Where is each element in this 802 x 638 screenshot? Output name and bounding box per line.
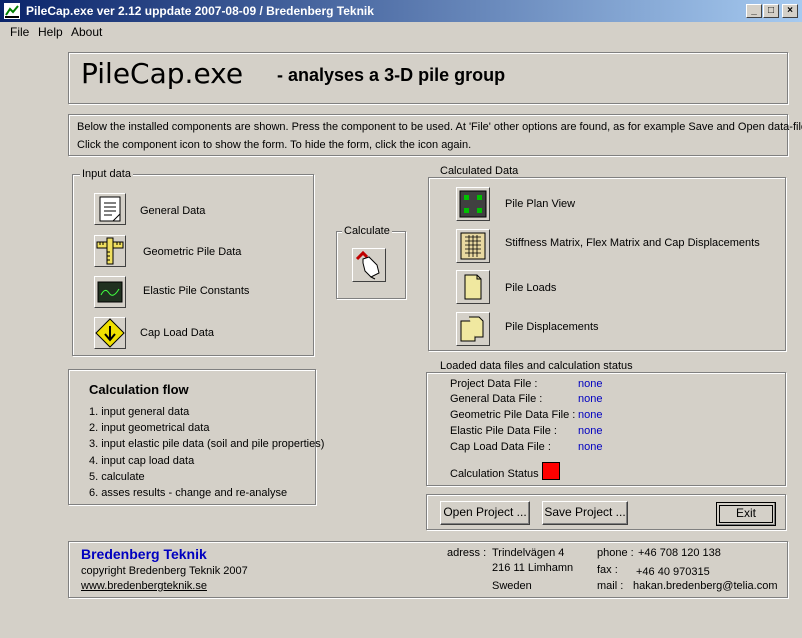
menu-bar: File Help About: [0, 22, 802, 41]
info-line-2: Click the component icon to show the for…: [77, 139, 472, 151]
cap-load-file-value: none: [578, 441, 603, 453]
fax-value: +46 40 970315: [636, 566, 710, 578]
folders-icon[interactable]: [456, 312, 490, 346]
header-panel: PileCap.exe - analyses a 3-D pile group: [68, 52, 788, 104]
window-title: PileCap.exe ver 2.12 uppdate 2007-08-09 …: [26, 4, 374, 18]
minimize-button[interactable]: _: [746, 4, 762, 18]
menu-help[interactable]: Help: [38, 25, 63, 39]
title-bar: PileCap.exe ver 2.12 uppdate 2007-08-09 …: [0, 0, 802, 22]
adress-line-1: Trindelvägen 4: [492, 547, 565, 559]
adress-line-3: Sweden: [492, 580, 532, 592]
files-status-label: Loaded data files and calculation status: [438, 360, 635, 372]
pile-loads-label[interactable]: Pile Loads: [505, 282, 556, 294]
folder-icon[interactable]: [456, 270, 490, 304]
adress-line-2: 216 11 Limhamn: [492, 562, 574, 574]
app-title: PileCap.exe: [81, 57, 244, 90]
hand-pointer-icon[interactable]: [352, 248, 386, 282]
elastic-file-value: none: [578, 425, 603, 437]
flow-step: 3. input elastic pile data (soil and pil…: [89, 438, 325, 450]
general-file-label: General Data File :: [450, 393, 543, 405]
input-data-label: Input data: [80, 168, 133, 180]
graph-icon[interactable]: [94, 276, 126, 308]
close-button[interactable]: ×: [782, 4, 798, 18]
elastic-file-label: Elastic Pile Data File :: [450, 425, 557, 437]
document-icon[interactable]: [94, 193, 126, 225]
mail-label: mail :: [597, 580, 624, 592]
app-icon: [4, 3, 20, 19]
pile-displacements-label[interactable]: Pile Displacements: [505, 321, 599, 333]
open-project-button[interactable]: Open Project ...: [440, 501, 530, 525]
ruler-icon[interactable]: [94, 235, 126, 267]
geometric-file-value: none: [578, 409, 603, 421]
plan-view-icon[interactable]: [456, 187, 490, 221]
stiffness-matrix-label[interactable]: Stiffness Matrix, Flex Matrix and Cap Di…: [505, 237, 760, 249]
flow-step: 1. input general data: [89, 406, 190, 418]
general-file-value: none: [578, 393, 603, 405]
copyright-text: copyright Bredenberg Teknik 2007: [81, 565, 248, 577]
cap-load-data-label[interactable]: Cap Load Data: [140, 327, 214, 339]
flow-step: 5. calculate: [89, 471, 145, 483]
app-subtitle: - analyses a 3-D pile group: [277, 65, 506, 85]
calculated-data-label: Calculated Data: [438, 165, 521, 177]
flow-step: 2. input geometrical data: [89, 422, 210, 434]
exit-button[interactable]: Exit: [716, 502, 776, 526]
website-link[interactable]: www.bredenbergteknik.se: [81, 580, 207, 592]
matrix-icon[interactable]: [456, 229, 490, 263]
elastic-pile-constants-label[interactable]: Elastic Pile Constants: [143, 285, 249, 297]
info-panel: Below the installed components are shown…: [68, 114, 802, 156]
mail-value: hakan.bredenberg@telia.com: [633, 580, 778, 592]
menu-file[interactable]: File: [10, 25, 29, 39]
adress-label: adress :: [447, 547, 487, 559]
geometric-file-label: Geometric Pile Data File :: [450, 409, 576, 421]
files-list: Project Data File : none General Data Fi…: [426, 372, 786, 486]
menu-about[interactable]: About: [71, 25, 102, 39]
calc-status-label: Calculation Status: [450, 468, 539, 480]
info-line-1: Below the installed components are shown…: [77, 121, 802, 133]
flow-step: 4. input cap load data: [89, 455, 195, 467]
flow-step: 6. asses results - change and re-analyse: [89, 487, 288, 499]
footer-panel: Bredenberg Teknik copyright Bredenberg T…: [68, 541, 788, 598]
project-file-label: Project Data File :: [450, 378, 538, 390]
company-name: Bredenberg Teknik: [81, 546, 207, 562]
flow-title: Calculation flow: [89, 382, 189, 397]
save-project-button[interactable]: Save Project ...: [542, 501, 628, 525]
phone-value: +46 708 120 138: [638, 547, 721, 559]
load-arrow-icon[interactable]: [94, 317, 126, 349]
pile-plan-view-label[interactable]: Pile Plan View: [505, 198, 575, 210]
geometric-pile-data-label[interactable]: Geometric Pile Data: [143, 246, 241, 258]
calculation-flow-panel: Calculation flow 1. input general data 2…: [68, 369, 324, 505]
cap-load-file-label: Cap Load Data File :: [450, 441, 551, 453]
general-data-label[interactable]: General Data: [140, 205, 205, 217]
project-file-value: none: [578, 378, 603, 390]
maximize-button[interactable]: □: [763, 4, 779, 18]
calculate-label: Calculate: [342, 225, 392, 237]
phone-label: phone :: [597, 547, 634, 559]
calc-status-indicator: [542, 462, 560, 480]
fax-label: fax :: [597, 564, 618, 576]
